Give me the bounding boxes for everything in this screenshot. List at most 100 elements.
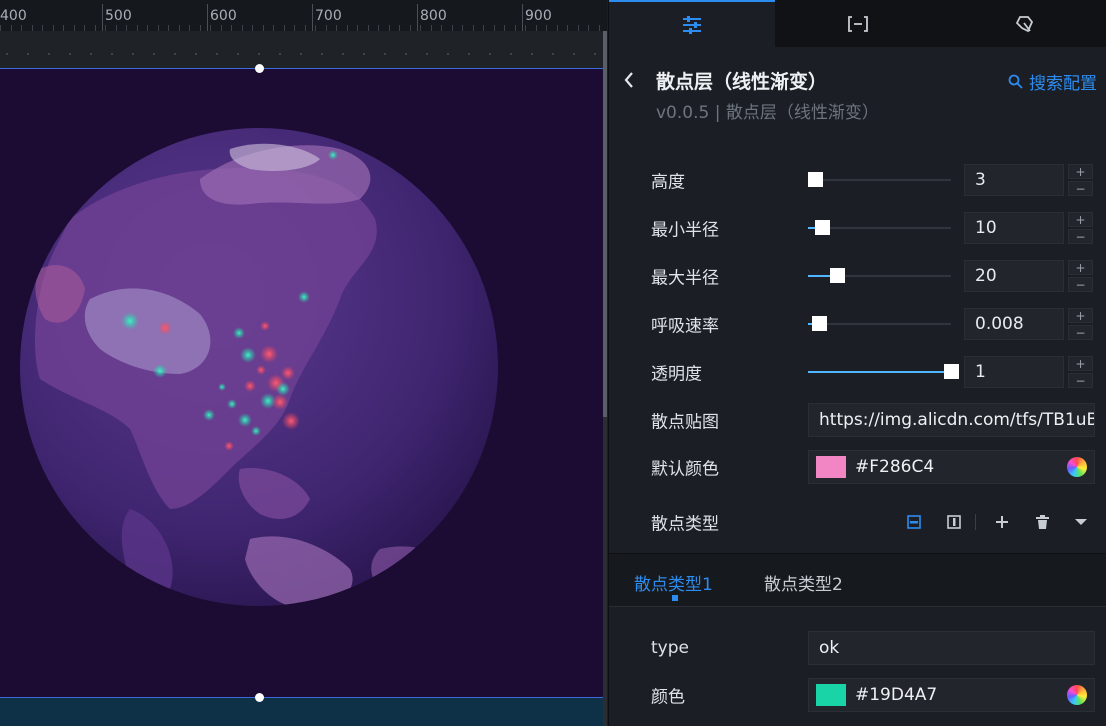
color-swatch[interactable]: [816, 456, 846, 478]
decrement-button[interactable]: −: [1068, 229, 1093, 244]
increment-button[interactable]: +: [1068, 164, 1093, 179]
grid-dot: [594, 53, 596, 55]
ruler-tick: [312, 4, 313, 31]
height-input-box[interactable]: [964, 164, 1064, 196]
scatter-point-teal: [203, 409, 215, 421]
type-color-picker[interactable]: #19D4A7: [808, 678, 1095, 712]
toolbar-divider: [975, 514, 976, 530]
field-label: 散点类型: [651, 514, 719, 535]
opacity-stepper[interactable]: + −: [1068, 356, 1093, 388]
max-radius-slider[interactable]: [808, 268, 951, 283]
field-scatter-type: 散点类型: [609, 502, 1106, 542]
breath-rate-slider[interactable]: [808, 316, 951, 331]
tab-config[interactable]: [609, 0, 775, 47]
max-radius-input[interactable]: [965, 266, 1063, 286]
min-radius-input-box[interactable]: [964, 212, 1064, 244]
active-tab-indicator: [672, 595, 678, 601]
ruler-label: 500: [105, 8, 132, 24]
slider-knob[interactable]: [808, 172, 823, 187]
component-title: 散点层（线性渐变）: [656, 71, 828, 93]
height-slider[interactable]: [808, 172, 951, 187]
grid-dot: [111, 53, 113, 55]
min-radius-slider[interactable]: [808, 220, 951, 235]
decrement-button[interactable]: −: [1068, 277, 1093, 292]
color-wheel-icon[interactable]: [1067, 685, 1087, 705]
increment-button[interactable]: +: [1068, 212, 1093, 227]
height-input[interactable]: [965, 170, 1063, 190]
config-panel: 散点层（线性渐变） v0.0.5 | 散点层（线性渐变） 搜索配置 高度 + −…: [608, 0, 1106, 726]
slider-knob[interactable]: [829, 268, 845, 283]
component-version: v0.0.5 | 散点层（线性渐变）: [656, 103, 879, 123]
back-button[interactable]: [621, 70, 637, 90]
tab-interaction[interactable]: [941, 0, 1106, 47]
scatter-point-red: [260, 345, 278, 363]
height-stepper[interactable]: + −: [1068, 164, 1093, 196]
field-default-color: 默认颜色 #F286C4: [609, 447, 1106, 487]
texture-url-box[interactable]: [808, 403, 1095, 437]
tab-data[interactable]: [775, 0, 941, 47]
color-wheel-icon[interactable]: [1067, 457, 1087, 477]
scene-viewport[interactable]: [0, 64, 603, 698]
grid-dot: [69, 53, 71, 55]
breath-rate-input[interactable]: [965, 314, 1063, 334]
decrement-button[interactable]: −: [1068, 373, 1093, 388]
field-label: type: [651, 638, 689, 658]
texture-url-input[interactable]: [809, 410, 1094, 430]
delete-type-button[interactable]: [1032, 512, 1052, 532]
min-radius-input[interactable]: [965, 218, 1063, 238]
grid-dot: [426, 53, 428, 55]
increment-button[interactable]: +: [1068, 260, 1093, 275]
scatter-point-red: [158, 321, 172, 335]
search-config-button[interactable]: 搜索配置: [1008, 69, 1097, 94]
field-height: 高度 + −: [609, 160, 1106, 200]
scatter-point-teal: [238, 413, 252, 427]
grid-dot: [48, 53, 50, 55]
slider-knob[interactable]: [812, 316, 828, 331]
color-swatch[interactable]: [816, 684, 846, 706]
scatter-point-teal: [251, 426, 261, 436]
field-opacity: 透明度 + −: [609, 352, 1106, 392]
grid-dot: [363, 53, 365, 55]
scatter-point-teal: [121, 312, 139, 330]
max-radius-input-box[interactable]: [964, 260, 1064, 292]
resize-handle-bottom[interactable]: [255, 693, 264, 702]
grid-dot: [90, 53, 92, 55]
type-input[interactable]: [809, 638, 1094, 658]
grid-dot: [237, 53, 239, 55]
decrement-button[interactable]: −: [1068, 325, 1093, 340]
ruler-tick: [207, 4, 208, 31]
slider-knob[interactable]: [944, 364, 959, 379]
increment-button[interactable]: +: [1068, 308, 1093, 323]
field-label: 最小半径: [651, 220, 719, 241]
field-min-radius: 最小半径 + −: [609, 208, 1106, 248]
add-type-button[interactable]: [992, 512, 1012, 532]
canvas-area[interactable]: 400 500 600 700 800 900: [0, 0, 607, 726]
default-color-picker[interactable]: #F286C4: [808, 450, 1095, 484]
subtab-type-2[interactable]: 散点类型2: [764, 570, 843, 595]
increment-button[interactable]: +: [1068, 356, 1093, 371]
type-value-box[interactable]: [808, 631, 1095, 665]
opacity-input-box[interactable]: [964, 356, 1064, 388]
list-view-button[interactable]: [904, 512, 924, 532]
ruler-tick: [522, 4, 523, 31]
breath-rate-stepper[interactable]: + −: [1068, 308, 1093, 340]
min-radius-stepper[interactable]: + −: [1068, 212, 1093, 244]
vertical-scrollbar-thumb[interactable]: [603, 31, 607, 417]
field-label: 呼吸速率: [651, 316, 719, 337]
decrement-button[interactable]: −: [1068, 181, 1093, 196]
resize-handle-top[interactable]: [255, 64, 264, 73]
collapse-button[interactable]: [1071, 512, 1091, 532]
opacity-slider[interactable]: [808, 364, 959, 379]
globe-visualization[interactable]: [0, 69, 603, 698]
ruler-label: 600: [210, 8, 237, 24]
grid-dot: [279, 53, 281, 55]
opacity-input[interactable]: [965, 362, 1063, 382]
vertical-scrollbar-track[interactable]: [603, 417, 607, 726]
scatter-point-red: [282, 412, 300, 430]
subtab-type-1[interactable]: 散点类型1: [634, 570, 713, 595]
chevron-left-icon: [624, 72, 633, 88]
column-view-button[interactable]: [944, 512, 964, 532]
breath-rate-input-box[interactable]: [964, 308, 1064, 340]
max-radius-stepper[interactable]: + −: [1068, 260, 1093, 292]
slider-knob[interactable]: [815, 220, 831, 235]
